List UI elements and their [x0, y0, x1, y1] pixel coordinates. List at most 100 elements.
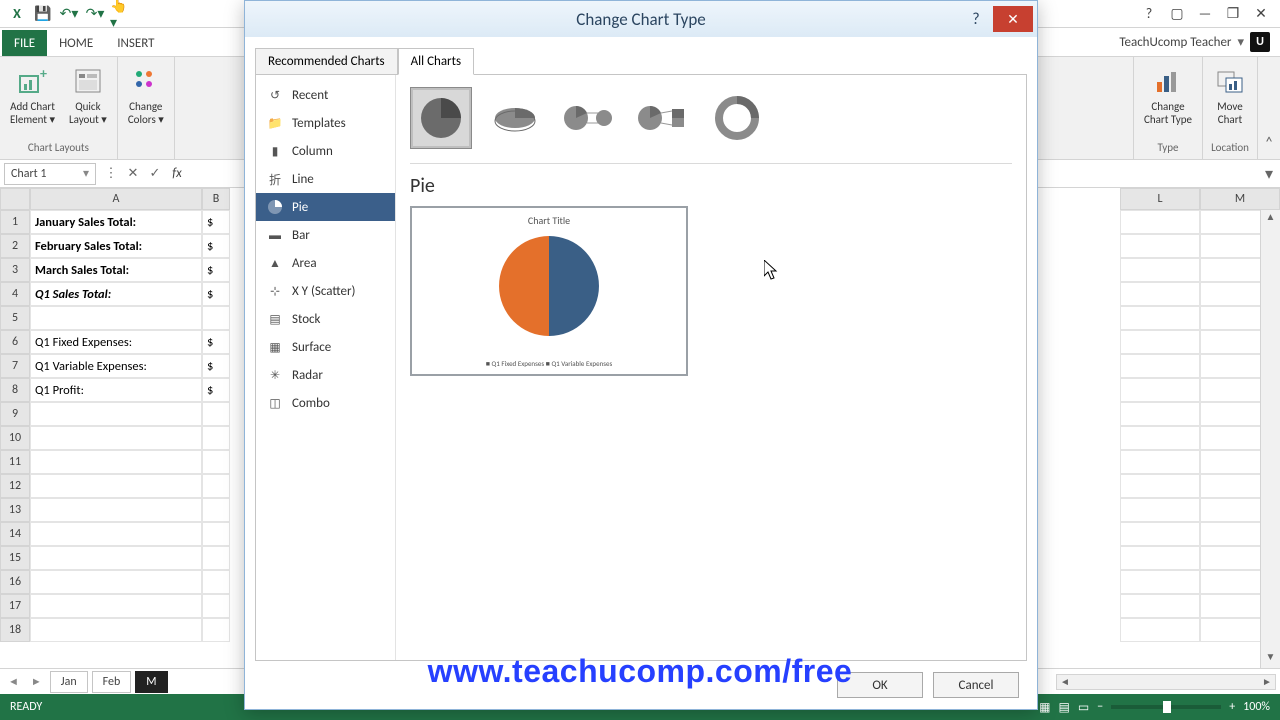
dialog-title-bar[interactable]: Change Chart Type ? ✕	[245, 1, 1037, 37]
cell[interactable]	[30, 498, 202, 522]
cell[interactable]: $	[202, 234, 230, 258]
row-header[interactable]: 5	[0, 306, 30, 330]
touch-mode-icon[interactable]: 👆▾	[110, 3, 132, 25]
col-header-b[interactable]: B	[202, 188, 230, 210]
row-header[interactable]: 11	[0, 450, 30, 474]
cell[interactable]: February Sales Total:	[30, 234, 202, 258]
row-header[interactable]: 2	[0, 234, 30, 258]
row-header[interactable]: 6	[0, 330, 30, 354]
scroll-up-icon[interactable]: ▲	[1266, 210, 1276, 228]
category-radar[interactable]: ✳Radar	[256, 361, 395, 389]
subtype-pie[interactable]	[410, 87, 472, 149]
fx-icon[interactable]: fx	[166, 163, 188, 185]
category-combo[interactable]: ◫Combo	[256, 389, 395, 417]
collapse-ribbon-icon[interactable]: ˄	[1258, 57, 1280, 159]
formula-bar-expand-icon[interactable]: ▾	[1258, 163, 1280, 185]
zoom-slider[interactable]	[1111, 705, 1221, 709]
row-header[interactable]: 3	[0, 258, 30, 282]
sheet-tab-m[interactable]: M	[135, 671, 167, 693]
ribbon-display-icon[interactable]: ▢	[1164, 3, 1190, 25]
change-colors-button[interactable]: ChangeColors ▾	[124, 61, 168, 129]
help-icon[interactable]: ?	[1136, 3, 1162, 25]
redo-icon[interactable]: ↷▾	[84, 3, 106, 25]
cell[interactable]	[30, 402, 202, 426]
category-bar[interactable]: ▬Bar	[256, 221, 395, 249]
cell[interactable]	[30, 426, 202, 450]
cell[interactable]	[1120, 618, 1200, 642]
cell[interactable]: $	[202, 210, 230, 234]
cell[interactable]: $	[202, 354, 230, 378]
cell[interactable]	[1120, 450, 1200, 474]
cell[interactable]	[1120, 426, 1200, 450]
col-header-m[interactable]: M	[1200, 188, 1280, 210]
row-header[interactable]: 17	[0, 594, 30, 618]
cell[interactable]	[30, 618, 202, 642]
enter-formula-icon[interactable]: ✓	[144, 163, 166, 185]
category-line[interactable]: 折Line	[256, 165, 395, 193]
cell[interactable]	[202, 306, 230, 330]
select-all-corner[interactable]	[0, 188, 30, 210]
cell[interactable]: $	[202, 378, 230, 402]
cell[interactable]	[1120, 594, 1200, 618]
cell[interactable]	[1120, 330, 1200, 354]
cell[interactable]	[202, 546, 230, 570]
cell[interactable]	[1120, 258, 1200, 282]
dialog-close-icon[interactable]: ✕	[993, 6, 1033, 32]
row-header[interactable]: 16	[0, 570, 30, 594]
category-area[interactable]: ▲Area	[256, 249, 395, 277]
vertical-scrollbar[interactable]: ▲ ▼	[1260, 210, 1280, 668]
save-icon[interactable]: 💾	[32, 3, 54, 25]
tab-all-charts[interactable]: All Charts	[398, 48, 474, 75]
cell[interactable]: March Sales Total:	[30, 258, 202, 282]
cell[interactable]: Q1 Variable Expenses:	[30, 354, 202, 378]
cell[interactable]	[202, 498, 230, 522]
ok-button[interactable]: OK	[837, 672, 923, 698]
sheet-tab-feb[interactable]: Feb	[92, 671, 132, 693]
move-chart-button[interactable]: MoveChart	[1209, 61, 1251, 129]
excel-icon[interactable]: X	[6, 3, 28, 25]
subtype-pie-of-pie[interactable]	[558, 87, 620, 149]
cancel-formula-icon[interactable]: ✕	[122, 163, 144, 185]
col-header-l[interactable]: L	[1120, 188, 1200, 210]
cell[interactable]	[1120, 498, 1200, 522]
scroll-left-icon[interactable]: ◄	[1057, 675, 1073, 688]
cell[interactable]	[202, 426, 230, 450]
cell[interactable]	[202, 474, 230, 498]
subtype-doughnut[interactable]	[706, 87, 768, 149]
undo-icon[interactable]: ↶▾	[58, 3, 80, 25]
tab-insert[interactable]: INSERT	[105, 30, 166, 56]
cell[interactable]	[1120, 210, 1200, 234]
add-chart-element-button[interactable]: + Add ChartElement ▾	[6, 61, 59, 129]
cell[interactable]	[202, 450, 230, 474]
chart-preview[interactable]: Chart Title ■ Q1 Fixed Expenses ■ Q1 Var…	[410, 206, 688, 376]
category-stock[interactable]: ▤Stock	[256, 305, 395, 333]
cell[interactable]	[30, 474, 202, 498]
cell[interactable]: Q1 Profit:	[30, 378, 202, 402]
cell[interactable]	[202, 522, 230, 546]
row-header[interactable]: 10	[0, 426, 30, 450]
category-templates[interactable]: 📁Templates	[256, 109, 395, 137]
zoom-out-icon[interactable]: −	[1097, 700, 1103, 714]
category-recent[interactable]: ↺Recent	[256, 81, 395, 109]
subtype-3d-pie[interactable]	[484, 87, 546, 149]
row-header[interactable]: 1	[0, 210, 30, 234]
cell[interactable]: January Sales Total:	[30, 210, 202, 234]
cell[interactable]	[30, 450, 202, 474]
row-header[interactable]: 14	[0, 522, 30, 546]
horizontal-scrollbar[interactable]: ◄ ►	[1056, 674, 1276, 690]
row-header[interactable]: 7	[0, 354, 30, 378]
row-header[interactable]: 18	[0, 618, 30, 642]
row-header[interactable]: 4	[0, 282, 30, 306]
cell[interactable]	[202, 570, 230, 594]
file-tab[interactable]: FILE	[2, 30, 47, 56]
account-menu[interactable]: TeachUcomp Teacher▾ U	[1109, 28, 1280, 56]
cell[interactable]	[1120, 306, 1200, 330]
close-window-icon[interactable]: ✕	[1248, 3, 1274, 25]
name-box[interactable]: Chart 1▾	[4, 163, 96, 185]
cell[interactable]	[1120, 546, 1200, 570]
cell[interactable]	[30, 306, 202, 330]
cell[interactable]	[1120, 474, 1200, 498]
scroll-right-icon[interactable]: ►	[1259, 675, 1275, 688]
cell[interactable]	[30, 546, 202, 570]
dialog-help-icon[interactable]: ?	[961, 6, 991, 32]
